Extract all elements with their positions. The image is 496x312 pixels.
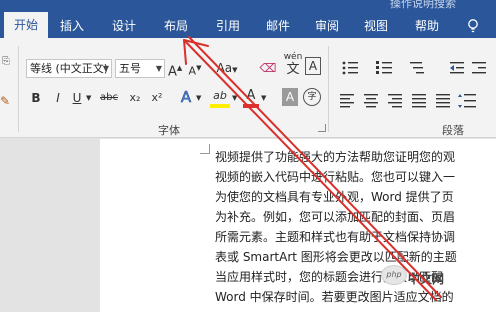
red-arrow-icon xyxy=(183,36,442,301)
annotation-arrow xyxy=(183,36,442,301)
